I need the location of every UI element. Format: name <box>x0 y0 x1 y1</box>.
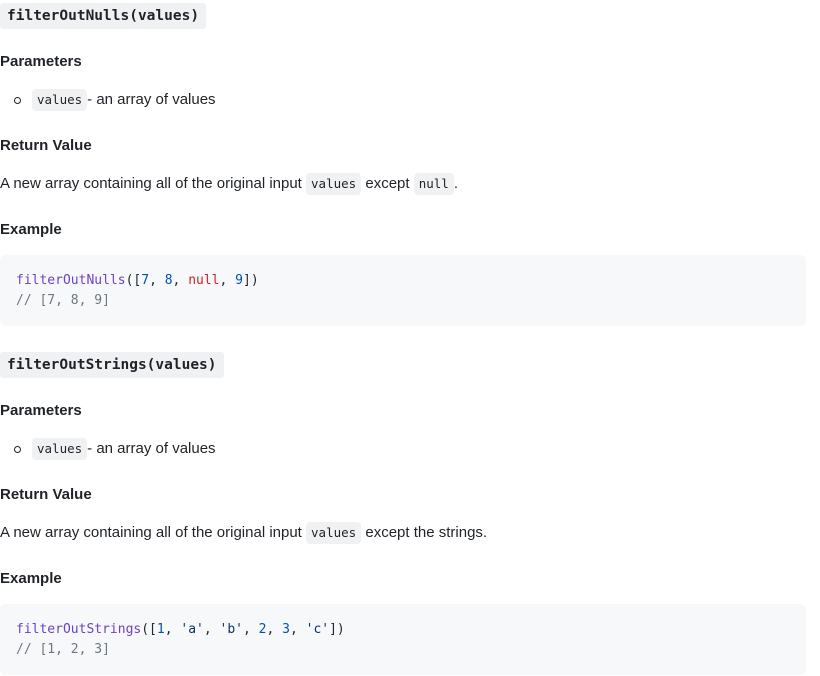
return-code-values: values <box>306 173 362 195</box>
code-punctuation: ([ <box>141 622 157 637</box>
param-list-item: values - an array of values <box>0 88 216 112</box>
example-label: Example <box>0 221 62 238</box>
code-number: 7 <box>141 273 150 288</box>
param-name-code: values <box>32 438 88 460</box>
param-description: - an array of values <box>87 91 216 108</box>
return-text: A new array containing all of the origin… <box>0 175 307 192</box>
return-code-null: null <box>413 173 454 195</box>
code-example-block: filterOutNulls([7, 8, null, 9]) // [7, 8… <box>0 255 806 326</box>
code-punctuation: , <box>149 273 165 288</box>
return-description: A new array containing all of the origin… <box>0 172 458 196</box>
return-text: except <box>361 175 414 192</box>
function-heading-filteroutnulls: filterOutNulls(values) <box>0 3 207 29</box>
code-comment: // [1, 2, 3] <box>16 642 110 657</box>
code-line-call: filterOutStrings([1, 'a', 'b', 2, 3, 'c'… <box>16 620 806 640</box>
code-string: 'b' <box>219 622 243 637</box>
code-punctuation: ]) <box>329 622 345 637</box>
code-punctuation: , <box>203 622 220 637</box>
code-punctuation: , <box>172 273 189 288</box>
code-punctuation: , <box>164 622 181 637</box>
code-example-block: filterOutStrings([1, 'a', 'b', 2, 3, 'c'… <box>0 604 806 675</box>
return-code-values: values <box>306 522 362 544</box>
param-list-item: values - an array of values <box>0 437 216 461</box>
parameters-label: Parameters <box>0 402 82 419</box>
code-number: 8 <box>164 273 173 288</box>
code-punctuation: , <box>219 273 236 288</box>
code-punctuation: , <box>266 622 283 637</box>
function-heading-filteroutstrings: filterOutStrings(values) <box>0 352 224 378</box>
return-text: . <box>453 175 458 192</box>
code-punctuation: , <box>289 622 306 637</box>
code-number: 3 <box>282 622 290 637</box>
return-description: A new array containing all of the origin… <box>0 521 487 545</box>
code-number: 1 <box>156 622 165 637</box>
return-value-label: Return Value <box>0 137 92 154</box>
bullet-icon <box>14 96 21 104</box>
code-punctuation: ]) <box>243 273 259 288</box>
return-text: A new array containing all of the origin… <box>0 524 307 541</box>
code-null-literal: null <box>188 273 220 288</box>
code-line-call: filterOutNulls([7, 8, null, 9]) <box>16 271 806 291</box>
return-text: except the strings. <box>361 524 488 541</box>
code-string: 'c' <box>305 622 330 637</box>
code-comment: // [7, 8, 9] <box>16 293 110 308</box>
code-punctuation: , <box>243 622 259 637</box>
code-string: 'a' <box>180 622 204 637</box>
code-function-name: filterOutNulls <box>16 273 126 288</box>
param-description: - an array of values <box>87 440 216 457</box>
bullet-icon <box>14 445 21 453</box>
code-function-name: filterOutStrings <box>16 622 142 637</box>
parameters-label: Parameters <box>0 53 82 70</box>
code-number: 9 <box>235 273 243 288</box>
code-punctuation: ([ <box>125 273 142 288</box>
param-name-code: values <box>32 89 88 111</box>
return-value-label: Return Value <box>0 486 92 503</box>
example-label: Example <box>0 570 62 587</box>
